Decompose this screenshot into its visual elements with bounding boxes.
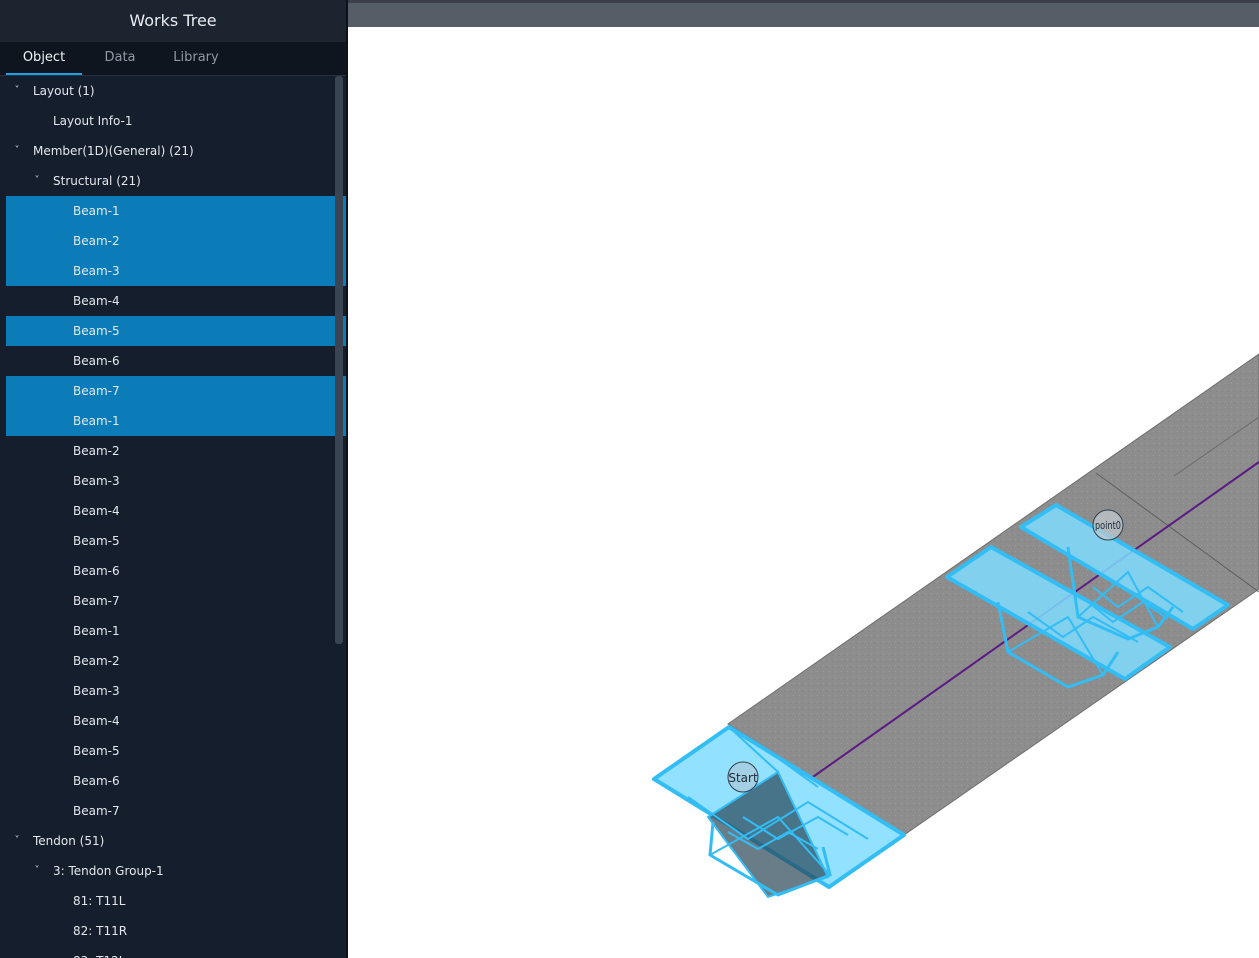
tree-item-label: Beam-1: [73, 414, 120, 428]
tree-item-label: 81: T11L: [73, 894, 126, 908]
tree-item-label: Beam-6: [73, 564, 120, 578]
tree-item-label: Beam-3: [73, 474, 120, 488]
tree-item[interactable]: Beam-7: [6, 796, 346, 826]
object-tree: ˅ Layout (1) Layout Info-1 ˅ Member(1D)(Gene…: [6, 76, 346, 958]
tree-item-label: Beam-2: [73, 234, 120, 248]
tree-item-label: 83: T12L: [73, 946, 125, 958]
tree-item[interactable]: 81: T11L: [6, 886, 346, 916]
tab-object[interactable]: Object: [6, 42, 82, 75]
tree-item[interactable]: Beam-6: [6, 766, 346, 796]
tree-item[interactable]: ˅ Layout (1): [6, 76, 346, 106]
model-viewport[interactable]: Start point0: [348, 27, 1259, 958]
tree-item[interactable]: ˅ 3: Tendon Group-1: [6, 856, 346, 886]
tree-item[interactable]: Beam-5: [6, 526, 346, 556]
tree-item[interactable]: Beam-3: [6, 466, 346, 496]
tree-item[interactable]: Layout Info-1: [6, 106, 346, 136]
chevron-down-icon[interactable]: ˅: [31, 166, 43, 196]
tree-item[interactable]: Beam-5: [6, 316, 346, 346]
tab-library[interactable]: Library: [160, 42, 232, 75]
tree-item[interactable]: Beam-7: [6, 586, 346, 616]
tree-item[interactable]: Beam-2: [6, 436, 346, 466]
tree-item-label: 3: Tendon Group-1: [53, 864, 164, 878]
tree-item[interactable]: Beam-6: [6, 346, 346, 376]
tree-item[interactable]: Beam-1: [6, 196, 346, 226]
tree-item-label: Beam-7: [73, 594, 120, 608]
tree-item-label: Beam-3: [73, 264, 120, 278]
tree-item-label: Beam-2: [73, 444, 120, 458]
tree-item-label: Beam-6: [73, 354, 120, 368]
tree-item[interactable]: Beam-5: [6, 736, 346, 766]
tree-item[interactable]: ˅ Member(1D)(General) (21): [6, 136, 346, 166]
tree-item-label: Beam-5: [73, 534, 120, 548]
point0-marker-label: point0: [1095, 519, 1121, 532]
tree-item-label: Tendon (51): [33, 834, 105, 848]
tree-scrollbar[interactable]: [335, 76, 343, 644]
tree-item[interactable]: ˅ Tendon (51): [6, 826, 346, 856]
start-marker[interactable]: Start: [727, 761, 759, 793]
tree-item[interactable]: Beam-4: [6, 496, 346, 526]
tab-data[interactable]: Data: [84, 42, 156, 75]
tree-item-label: Beam-3: [73, 684, 120, 698]
tree-item-label: Beam-7: [73, 384, 120, 398]
tree-item[interactable]: Beam-6: [6, 556, 346, 586]
tree-item-label: Beam-2: [73, 654, 120, 668]
panel-title: Works Tree: [0, 0, 346, 42]
tree-item-label: Member(1D)(General) (21): [33, 144, 194, 158]
chevron-down-icon[interactable]: ˅: [11, 136, 23, 166]
tree-item[interactable]: 83: T12L: [6, 946, 346, 958]
tree-item[interactable]: Beam-7: [6, 376, 346, 406]
tree-item[interactable]: Beam-2: [6, 646, 346, 676]
chevron-down-icon[interactable]: ˅: [11, 826, 23, 856]
works-tree-panel: Works Tree Object Data Library ˅ Layout (…: [0, 0, 346, 958]
tree-item[interactable]: Beam-3: [6, 256, 346, 286]
chevron-down-icon[interactable]: ˅: [11, 76, 23, 106]
tree-item-label: Beam-1: [73, 624, 120, 638]
tree-item-label: Beam-4: [73, 294, 120, 308]
bridge-model-view[interactable]: Start point0: [348, 27, 1259, 958]
tree-item[interactable]: Beam-3: [6, 676, 346, 706]
viewport-toolbar: [348, 3, 1259, 27]
tree-item-label: Beam-4: [73, 714, 120, 728]
tree-item[interactable]: 82: T11R: [6, 916, 346, 946]
tree-item-label: Beam-6: [73, 774, 120, 788]
tree-item-label: Beam-4: [73, 504, 120, 518]
chevron-down-icon[interactable]: ˅: [31, 856, 43, 886]
tree-item-label: Layout Info-1: [53, 114, 133, 128]
tree-item-label: 82: T11R: [73, 924, 128, 938]
tree-item-label: Structural (21): [53, 174, 141, 188]
tree-item-label: Layout (1): [33, 84, 95, 98]
tree-item[interactable]: ˅ Structural (21): [6, 166, 346, 196]
tree-item-label: Beam-7: [73, 804, 120, 818]
tree-item-label: Beam-1: [73, 204, 120, 218]
tree-item[interactable]: Beam-1: [6, 406, 346, 436]
point0-marker[interactable]: point0: [1092, 509, 1124, 541]
tree-item-label: Beam-5: [73, 324, 120, 338]
tree-item[interactable]: Beam-4: [6, 286, 346, 316]
tree-item[interactable]: Beam-1: [6, 616, 346, 646]
tree-item-label: Beam-5: [73, 744, 120, 758]
tree-item[interactable]: Beam-2: [6, 226, 346, 256]
tab-bar: Object Data Library: [0, 42, 346, 76]
tree-item[interactable]: Beam-4: [6, 706, 346, 736]
start-marker-label: Start: [728, 771, 758, 785]
